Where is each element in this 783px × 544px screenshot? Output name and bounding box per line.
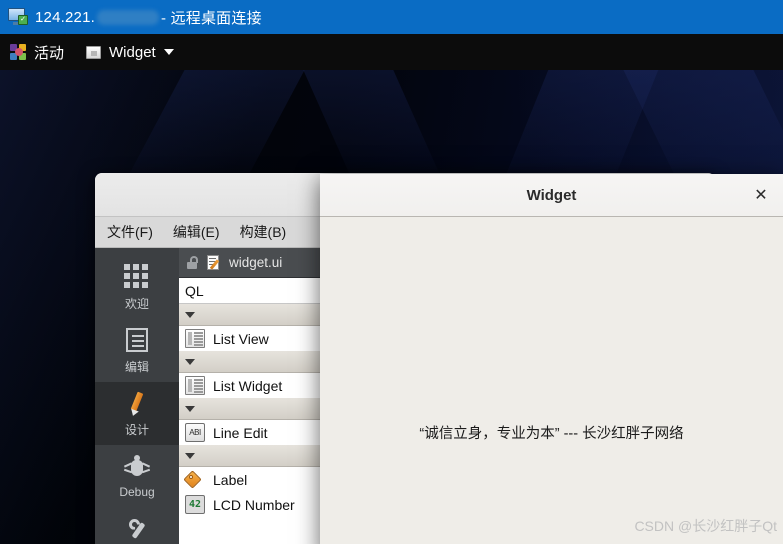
qtcreator-mode-sidebar: 欢迎 编辑 设计 Debug (95, 248, 179, 544)
dialog-message-label: “诚信立身，专业为本” --- 长沙红胖子网络 (419, 426, 684, 442)
sidebar-label-welcome: 欢迎 (124, 296, 149, 311)
list-view-icon (185, 329, 205, 348)
window-menu-button[interactable]: Widget (86, 44, 174, 61)
dialog-title: Widget (526, 186, 577, 204)
remote-desktop-icon: ✓ (8, 8, 28, 26)
sidebar-label-edit: 编辑 (124, 359, 149, 374)
activities-icon (10, 43, 27, 61)
widget-dialog: Widget ✕ “诚信立身，专业为本” --- 长沙红胖子网络 (320, 174, 783, 544)
dialog-body: “诚信立身，专业为本” --- 长沙红胖子网络 (320, 217, 783, 544)
wrench-icon (124, 516, 150, 542)
rdp-title-prefix: 124.221. (35, 8, 95, 26)
menu-file[interactable]: 文件(F) (107, 222, 153, 242)
ui-file-icon (207, 254, 222, 271)
gnome-top-bar: 活动 Widget (0, 34, 783, 70)
close-icon[interactable]: ✕ (751, 185, 771, 205)
widget-label: LCD Number (213, 496, 295, 513)
remote-desktop-area: 活动 Widget 文件(F) 编辑(E) 构建(B) 欢迎 编辑 设计 Deb… (0, 34, 783, 544)
csdn-watermark: CSDN @长沙红胖子Qt (634, 518, 777, 534)
chevron-down-icon (185, 358, 195, 365)
rdp-titlebar: ✓ 124.221. - 远程桌面连接 (0, 0, 783, 34)
list-widget-icon (185, 376, 205, 395)
window-icon (86, 45, 102, 59)
activities-label: 活动 (34, 44, 65, 62)
menu-build[interactable]: 构建(B) (240, 222, 287, 242)
dialog-titlebar[interactable]: Widget ✕ (320, 174, 783, 217)
window-menu-label: Widget (109, 43, 156, 61)
sidebar-label-debug: Debug (119, 485, 155, 499)
chevron-down-icon (185, 405, 195, 412)
menu-edit[interactable]: 编辑(E) (173, 222, 220, 242)
rdp-title-text: 124.221. - 远程桌面连接 (35, 7, 262, 28)
lcd-number-icon: 42 (185, 495, 205, 514)
widget-label: Label (213, 471, 248, 488)
widget-label: Line Edit (213, 424, 268, 441)
document-icon (124, 327, 150, 353)
label-tag-icon (183, 470, 205, 489)
line-edit-icon: ABI (185, 423, 205, 442)
widget-label: List View (213, 330, 269, 347)
chevron-down-icon (163, 49, 174, 55)
sidebar-item-welcome[interactable]: 欢迎 (95, 256, 179, 319)
editor-filename: widget.ui (229, 255, 283, 270)
bug-icon (123, 454, 151, 480)
grid-icon (124, 263, 150, 290)
sidebar-item-debug[interactable]: Debug (95, 445, 179, 508)
unlocked-padlock-icon[interactable] (187, 256, 199, 269)
chevron-down-icon (185, 452, 195, 459)
sidebar-label-design: 设计 (124, 422, 149, 437)
activities-button[interactable]: 活动 (10, 42, 64, 63)
pencil-icon (124, 390, 150, 417)
sidebar-item-edit[interactable]: 编辑 (95, 319, 179, 382)
sidebar-item-projects[interactable]: 项目 (95, 508, 179, 544)
sidebar-item-design[interactable]: 设计 (95, 382, 179, 445)
screenshot-root: ✓ 124.221. - 远程桌面连接 活动 Widget 文件(F) 编辑(E… (0, 0, 783, 544)
rdp-title-suffix: - 远程桌面连接 (161, 9, 262, 27)
chevron-down-icon (185, 311, 195, 318)
rdp-ip-redaction (97, 9, 159, 25)
widget-label: List Widget (213, 377, 283, 394)
